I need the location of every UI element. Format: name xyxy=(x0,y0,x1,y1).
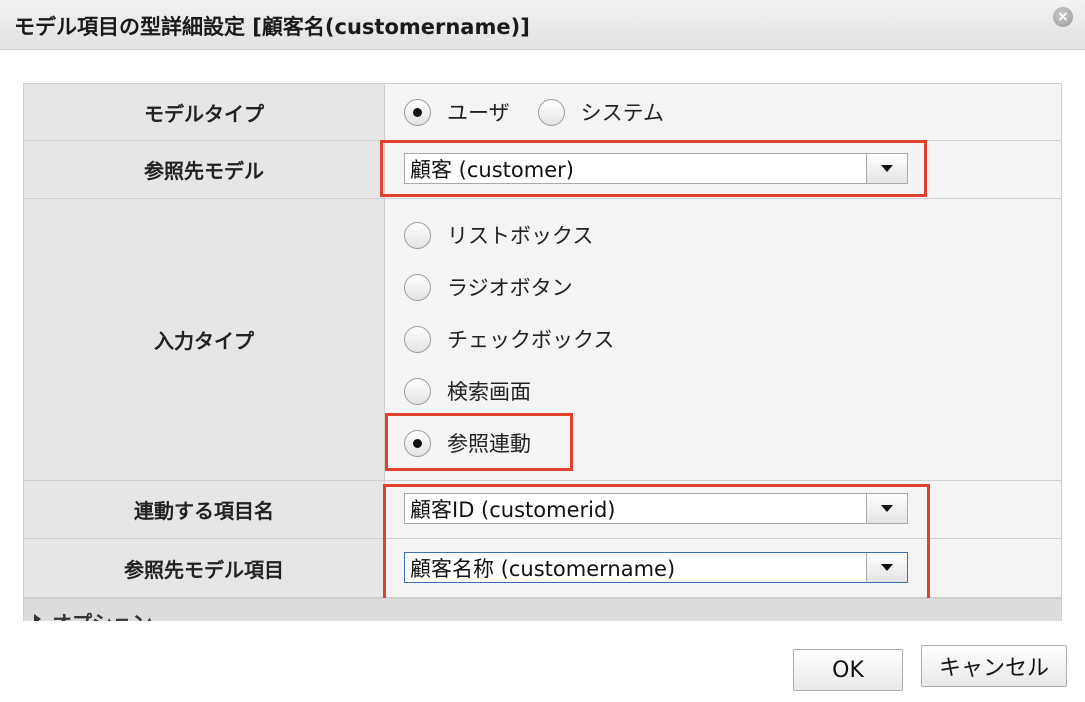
linked-item-row: 連動する項目名 顧客ID (customerid) xyxy=(23,480,1062,539)
model-type-system-option[interactable]: システム xyxy=(537,97,664,127)
input-type-reference-link-option[interactable]: 参照連動 xyxy=(404,428,531,458)
options-section-header[interactable]: オプション xyxy=(23,598,1062,621)
input-type-listbox-option[interactable]: リストボックス xyxy=(404,220,593,250)
linked-item-label: 連動する項目名 xyxy=(23,480,385,539)
radio-search[interactable] xyxy=(404,377,431,405)
linked-item-value: 顧客ID (customerid) xyxy=(410,497,616,522)
input-type-row: 入力タイプ リストボックス ラジオボタン チェックボックス 検索画面 参照連動 xyxy=(23,198,1062,481)
close-icon[interactable]: × xyxy=(1053,7,1073,27)
ref-model-item-label: 参照先モデル項目 xyxy=(23,538,385,598)
ref-model-dropdown-button[interactable] xyxy=(866,154,907,183)
ref-model-item-row: 参照先モデル項目 顧客名称 (customername) xyxy=(23,538,1062,598)
input-type-search-option[interactable]: 検索画面 xyxy=(404,376,531,406)
ref-model-value: 顧客 (customer) xyxy=(410,157,574,182)
expand-arrow-icon xyxy=(34,614,41,621)
chevron-down-icon xyxy=(881,505,893,512)
input-type-label: 入力タイプ xyxy=(23,198,385,481)
radio-label-system: システム xyxy=(580,101,664,125)
radio-label-search: 検索画面 xyxy=(447,380,531,404)
ref-model-item-cell: 顧客名称 (customername) xyxy=(384,538,1062,598)
cancel-button[interactable]: キャンセル xyxy=(921,645,1067,687)
dialog-title: モデル項目の型詳細設定 [顧客名(customername)] xyxy=(14,15,530,39)
linked-item-dropdown-button[interactable] xyxy=(866,494,907,523)
radio-label-checkbox: チェックボックス xyxy=(447,328,615,352)
options-section-label: オプション xyxy=(52,607,152,621)
ref-model-row: 参照先モデル 顧客 (customer) xyxy=(23,140,1062,199)
ref-model-select[interactable]: 顧客 (customer) xyxy=(404,153,908,184)
input-type-radiobutton-option[interactable]: ラジオボタン xyxy=(404,272,573,302)
radio-label-listbox: リストボックス xyxy=(447,224,594,248)
ref-model-item-select[interactable]: 顧客名称 (customername) xyxy=(404,552,908,583)
linked-item-cell: 顧客ID (customerid) xyxy=(384,480,1062,539)
radio-label-user: ユーザ xyxy=(447,101,510,125)
ref-model-label: 参照先モデル xyxy=(23,140,385,199)
radio-checkbox[interactable] xyxy=(404,325,431,353)
radio-label-reference-link: 参照連動 xyxy=(447,432,531,456)
ref-model-item-value: 顧客名称 (customername) xyxy=(410,556,676,581)
radio-label-radiobutton: ラジオボタン xyxy=(447,276,573,300)
input-type-cell: リストボックス ラジオボタン チェックボックス 検索画面 参照連動 xyxy=(384,198,1062,481)
ok-button[interactable]: OK xyxy=(793,649,903,691)
radio-reference-link[interactable] xyxy=(404,429,431,457)
ref-model-item-dropdown-button[interactable] xyxy=(866,553,907,582)
chevron-down-icon xyxy=(881,165,893,172)
model-type-user-option[interactable]: ユーザ xyxy=(404,97,510,127)
radio-system[interactable] xyxy=(537,98,565,126)
ref-model-cell: 顧客 (customer) xyxy=(384,140,1062,199)
radio-user[interactable] xyxy=(404,98,431,126)
chevron-down-icon xyxy=(881,564,893,571)
dialog-titlebar: モデル項目の型詳細設定 [顧客名(customername)] × xyxy=(0,0,1085,50)
model-type-label: モデルタイプ xyxy=(23,83,385,141)
model-type-cell: ユーザ システム xyxy=(384,83,1062,141)
linked-item-select[interactable]: 顧客ID (customerid) xyxy=(404,493,908,524)
model-type-radio-group: ユーザ システム xyxy=(404,97,692,127)
model-type-row: モデルタイプ ユーザ システム xyxy=(23,83,1062,141)
input-type-checkbox-option[interactable]: チェックボックス xyxy=(404,324,614,354)
radio-listbox[interactable] xyxy=(404,221,431,249)
radio-radiobutton[interactable] xyxy=(404,273,431,301)
settings-table: モデルタイプ ユーザ システム 参照先モデル 顧客 (customer) 入力タ… xyxy=(23,83,1062,598)
